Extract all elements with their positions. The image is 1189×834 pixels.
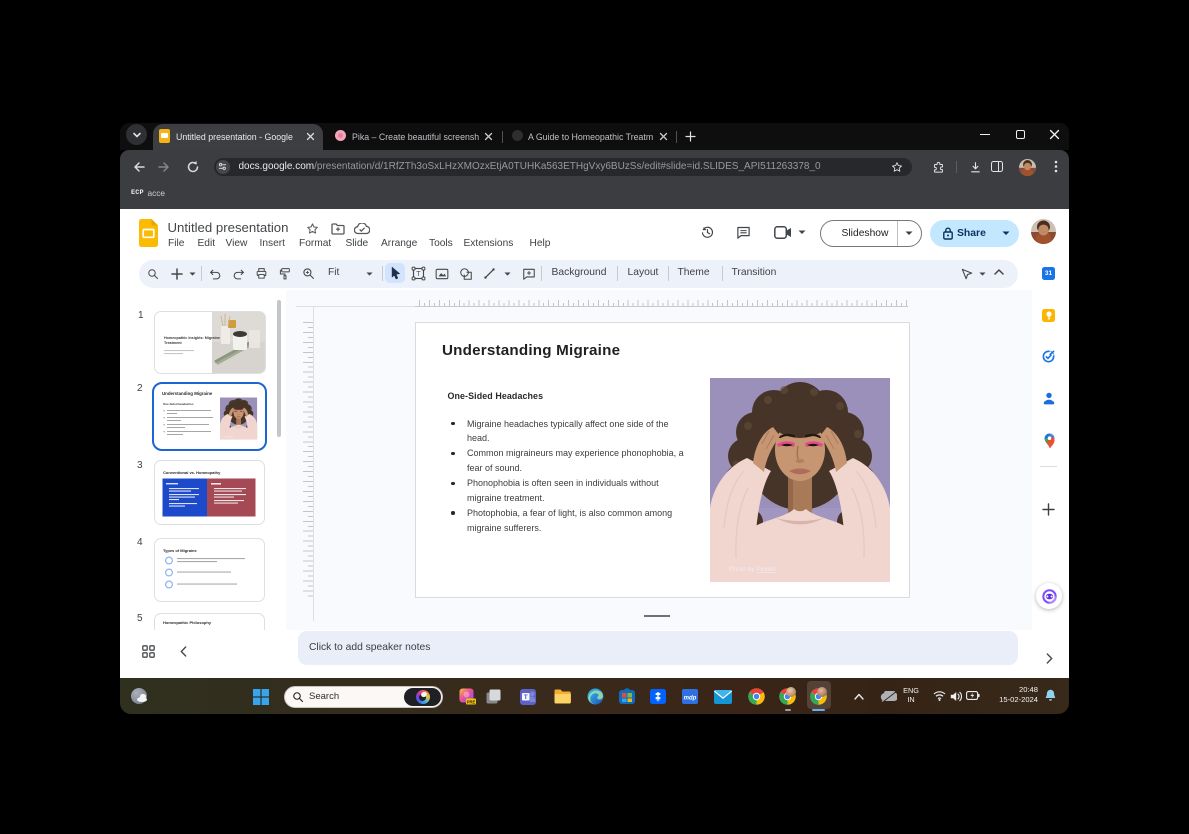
svg-text:Homeopathic Insights: Migraine: Homeopathic Insights: Migraine bbox=[164, 336, 220, 340]
svg-text:Understanding Migraine: Understanding Migraine bbox=[162, 391, 213, 396]
svg-text:Types of Migraine: Types of Migraine bbox=[163, 548, 197, 553]
svg-text:T: T bbox=[416, 271, 421, 278]
svg-text:One-Sided Headaches: One-Sided Headaches bbox=[163, 402, 194, 406]
svg-text:T: T bbox=[524, 694, 528, 701]
svg-text:Conventional vs. Homeopathy: Conventional vs. Homeopathy bbox=[163, 470, 221, 475]
svg-text:mdp: mdp bbox=[684, 696, 697, 702]
svg-text:Treatment: Treatment bbox=[164, 341, 182, 345]
svg-text:PRE: PRE bbox=[467, 699, 476, 704]
